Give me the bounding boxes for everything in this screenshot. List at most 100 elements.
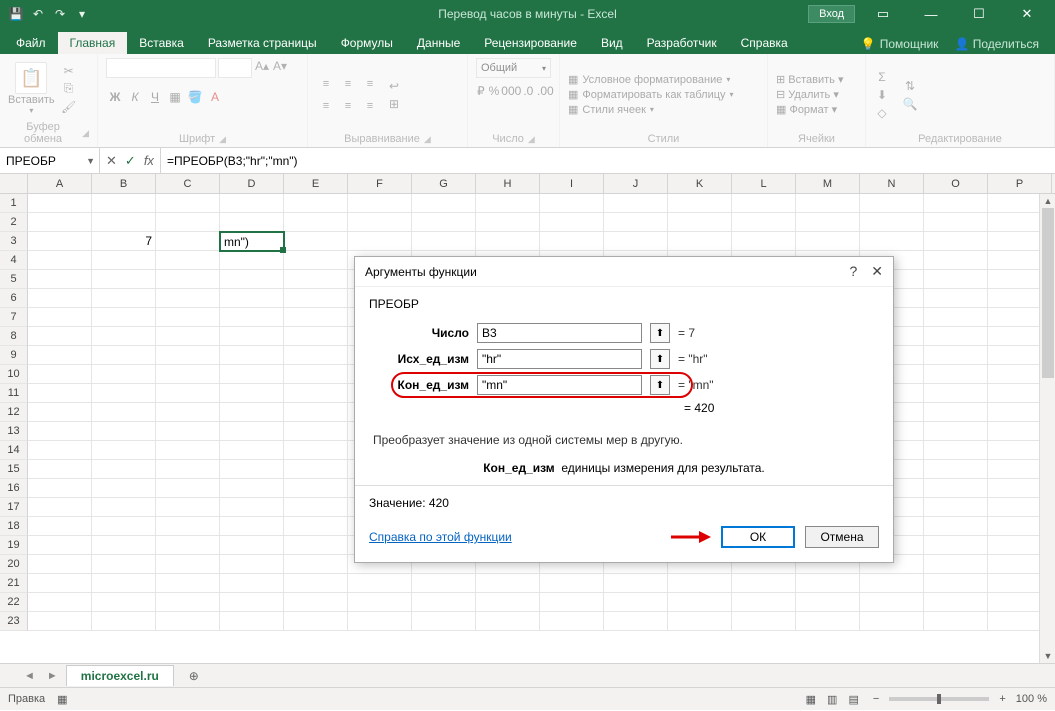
cell[interactable] [924,194,988,213]
currency-icon[interactable]: ₽ [476,82,486,100]
cell[interactable] [92,270,156,289]
cell[interactable] [924,270,988,289]
tab-formulas[interactable]: Формулы [329,32,405,54]
cell[interactable] [28,441,92,460]
cell[interactable] [156,403,220,422]
row-header[interactable]: 1 [0,194,28,213]
cell[interactable] [284,289,348,308]
cell[interactable] [156,270,220,289]
insert-cells-button[interactable]: ⊞ Вставить ▾ [776,73,844,86]
cell[interactable] [668,213,732,232]
sort-filter-icon[interactable]: ⇅ [902,78,918,94]
fill-color-button[interactable]: 🪣 [186,88,204,106]
cell[interactable] [924,460,988,479]
cell[interactable] [284,479,348,498]
cell[interactable] [668,574,732,593]
vertical-scrollbar[interactable]: ▲ ▼ [1039,194,1055,663]
cell[interactable] [92,194,156,213]
cell[interactable] [28,213,92,232]
cell[interactable] [92,574,156,593]
cell[interactable] [28,194,92,213]
fx-icon[interactable]: fx [144,153,154,168]
cell[interactable] [92,365,156,384]
zoom-in-icon[interactable]: + [999,693,1005,705]
col-header[interactable]: C [156,174,220,193]
ok-button[interactable]: ОК [721,526,795,548]
cell[interactable] [92,251,156,270]
increase-decimal-icon[interactable]: .0 [522,82,534,100]
cell[interactable] [604,574,668,593]
cell[interactable] [604,213,668,232]
col-header[interactable]: G [412,174,476,193]
row-header[interactable]: 6 [0,289,28,308]
cell[interactable] [92,460,156,479]
cell[interactable] [156,441,220,460]
collapse-dialog-icon[interactable]: ⬆ [650,349,670,369]
row-header[interactable]: 20 [0,555,28,574]
cell[interactable] [92,536,156,555]
row-header[interactable]: 4 [0,251,28,270]
cell[interactable] [284,232,348,251]
cell[interactable] [28,308,92,327]
comma-icon[interactable]: 000 [502,82,520,100]
cell[interactable] [284,536,348,555]
cell[interactable] [220,555,284,574]
add-sheet-button[interactable]: ⊕ [184,666,204,686]
row-header[interactable]: 14 [0,441,28,460]
cell[interactable] [28,593,92,612]
conditional-formatting-button[interactable]: ▦Условное форматирование▾ [568,73,734,86]
cell[interactable] [604,612,668,631]
increase-font-icon[interactable]: A▴ [254,58,270,74]
cell[interactable] [156,365,220,384]
fill-handle[interactable] [280,247,286,253]
row-header[interactable]: 7 [0,308,28,327]
cell[interactable] [156,346,220,365]
cell[interactable] [28,460,92,479]
delete-cells-button[interactable]: ⊟ Удалить ▾ [776,88,844,101]
row-header[interactable]: 13 [0,422,28,441]
wrap-text-icon[interactable]: ↩ [386,78,402,94]
cell[interactable] [412,213,476,232]
tab-insert[interactable]: Вставка [127,32,196,54]
find-select-icon[interactable]: 🔍 [902,96,918,112]
tab-file[interactable]: Файл [4,32,58,54]
cell[interactable] [284,460,348,479]
cell[interactable] [540,593,604,612]
cell[interactable] [476,593,540,612]
cell[interactable] [284,365,348,384]
col-header[interactable]: A [28,174,92,193]
page-break-view-icon[interactable]: ▤ [845,692,863,708]
collapse-dialog-icon[interactable]: ⬆ [650,323,670,343]
zoom-out-icon[interactable]: − [873,693,879,705]
cell[interactable] [220,498,284,517]
cell[interactable] [924,612,988,631]
paste-button[interactable]: 📋 Вставить ▾ [8,62,55,115]
cell[interactable] [860,612,924,631]
cell[interactable] [860,194,924,213]
col-header[interactable]: E [284,174,348,193]
cell[interactable] [156,308,220,327]
align-left-icon[interactable]: ≡ [316,96,336,116]
cell[interactable] [284,384,348,403]
align-center-icon[interactable]: ≡ [338,96,358,116]
cell[interactable] [924,479,988,498]
cell[interactable] [28,574,92,593]
row-header[interactable]: 12 [0,403,28,422]
percent-icon[interactable]: % [488,82,501,100]
cell[interactable] [220,251,284,270]
cell[interactable] [924,422,988,441]
sheet-nav-next-icon[interactable]: ► [43,670,62,682]
cell[interactable] [476,232,540,251]
cell[interactable] [412,593,476,612]
cell[interactable] [284,441,348,460]
cell[interactable] [284,403,348,422]
cell[interactable] [28,232,92,251]
cell[interactable] [860,232,924,251]
tab-view[interactable]: Вид [589,32,635,54]
align-right-icon[interactable]: ≡ [360,96,380,116]
chevron-down-icon[interactable]: ▼ [86,156,95,166]
sheet-nav-prev-icon[interactable]: ◄ [20,670,39,682]
cell[interactable] [732,593,796,612]
cell-b3[interactable]: 7 [92,232,156,251]
cell[interactable] [156,422,220,441]
